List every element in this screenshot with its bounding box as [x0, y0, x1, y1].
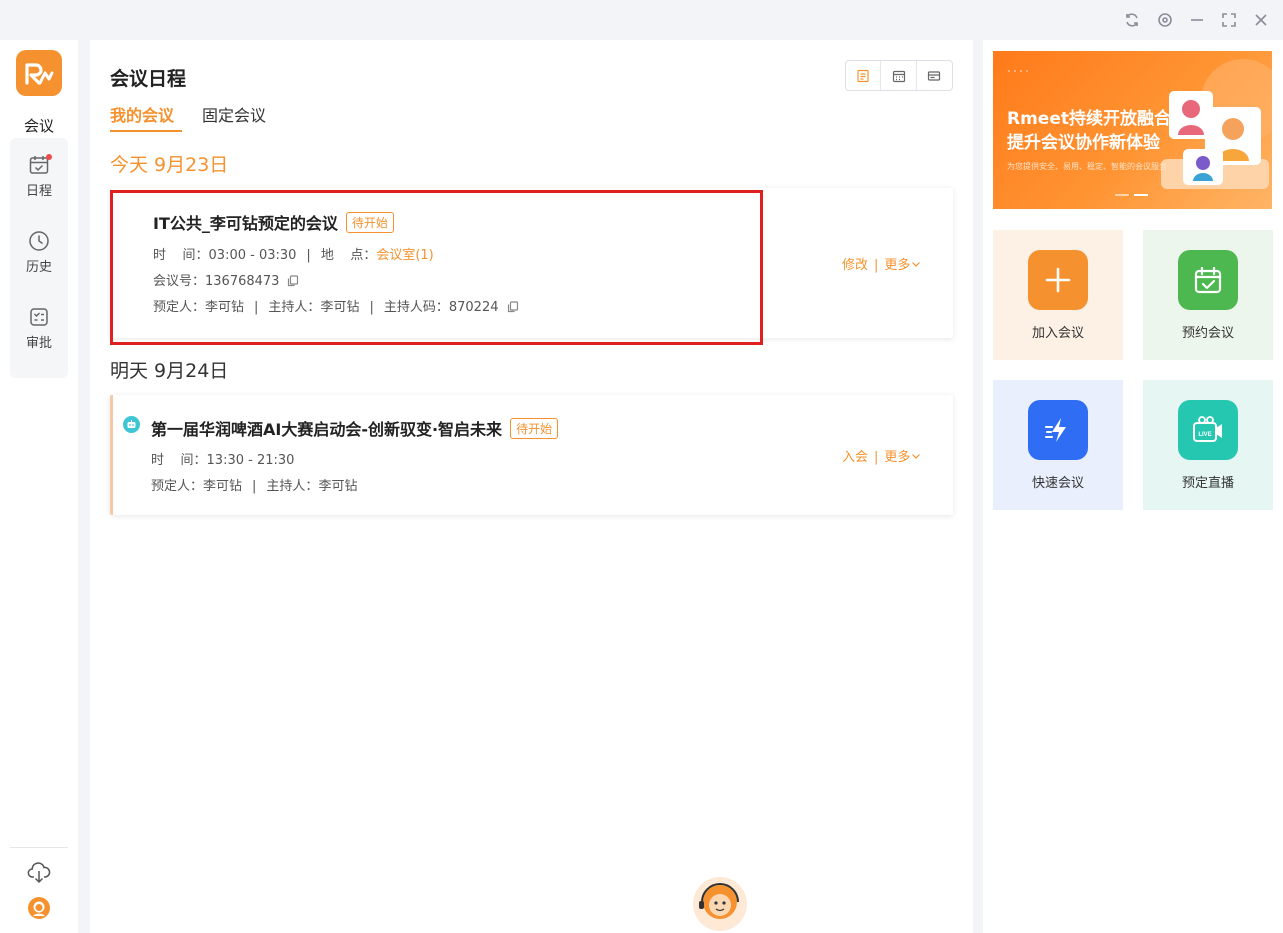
- close-icon[interactable]: [1249, 8, 1273, 32]
- sidebar-item-history[interactable]: 历史: [10, 214, 68, 284]
- booker-value: 李可钻: [203, 479, 243, 494]
- separator: |: [252, 479, 257, 494]
- live-camera-icon: LIVE: [1178, 400, 1238, 460]
- tab-fixed-meetings[interactable]: 固定会议: [202, 102, 266, 126]
- status-badge: 待开始: [510, 418, 559, 439]
- app-logo[interactable]: [16, 50, 62, 96]
- more-label: 更多: [884, 258, 911, 273]
- meeting-card[interactable]: 第一届华润啤酒AI大赛启动会-创新驭变·智启未来 待开始 时 间：13:30 - …: [110, 395, 953, 515]
- meeting-time-row: 时 间：13:30 - 21:30: [151, 449, 294, 468]
- list-view-icon: [857, 69, 869, 82]
- card-actions: 入会 | 更多: [842, 446, 921, 465]
- join-meeting-tile[interactable]: 加入会议: [993, 230, 1123, 360]
- calendar-check-icon: [1178, 250, 1238, 310]
- quick-meeting-tile[interactable]: 快速会议: [993, 380, 1123, 510]
- list-view-button[interactable]: [846, 61, 882, 90]
- tile-label: 预约会议: [1181, 326, 1234, 341]
- main-panel: 会议日程 我的会议 固定会议 今天 9月23日 IT公共_李可钻预定的会议 待开始…: [90, 40, 973, 933]
- meeting-people-row: 预定人：李可钻 | 主持人：李可钻: [151, 475, 357, 494]
- sidebar-item-label: 审批: [25, 336, 52, 351]
- host-label: 主持人：: [266, 479, 319, 494]
- right-panel: Rmeet持续开放融合 提升会议协作新体验 为您提供安全、易用、稳定、智能的会议…: [983, 40, 1283, 933]
- card-view-icon: [928, 70, 941, 81]
- notification-dot: [46, 154, 52, 160]
- highlight-box: [110, 190, 763, 345]
- calendar-view-icon: [892, 70, 905, 82]
- day-header-today: 今天 9月23日: [110, 154, 229, 176]
- sidebar-item-schedule[interactable]: 日程: [10, 138, 68, 208]
- approval-icon: [30, 308, 48, 326]
- card-actions: 修改 | 更多: [842, 254, 921, 273]
- host-value: 李可钻: [318, 479, 358, 494]
- maximize-icon[interactable]: [1217, 8, 1241, 32]
- time-label: 时 间：: [151, 453, 207, 468]
- bot-icon: [123, 416, 140, 433]
- more-button[interactable]: 更多: [884, 450, 921, 465]
- nav-meeting-label[interactable]: 会议: [0, 115, 78, 136]
- carousel-dots: [1115, 194, 1148, 196]
- booker-label: 预定人：: [151, 479, 204, 494]
- separator: |: [874, 450, 879, 465]
- left-nav: 会议 日程 历史 审批: [0, 40, 78, 933]
- svg-text:LIVE: LIVE: [1198, 432, 1211, 438]
- day-header-tomorrow: 明天 9月24日: [110, 360, 229, 382]
- chevron-down-icon: [912, 262, 921, 267]
- refresh-icon[interactable]: [1120, 8, 1144, 32]
- nav-group: 日程 历史 审批: [10, 138, 68, 378]
- banner-title-line1: Rmeet持续开放融合: [1007, 109, 1171, 129]
- cloud-download-icon[interactable]: [27, 862, 51, 888]
- minimize-icon[interactable]: [1185, 8, 1209, 32]
- tile-label: 快速会议: [1031, 476, 1084, 491]
- promo-banner[interactable]: Rmeet持续开放融合 提升会议协作新体验 为您提供安全、易用、稳定、智能的会议…: [993, 51, 1272, 209]
- carousel-dot-active[interactable]: [1134, 194, 1148, 196]
- nav-divider: [10, 847, 68, 848]
- view-toggle: [845, 60, 953, 91]
- lightning-icon: [1028, 400, 1088, 460]
- carousel-dot[interactable]: [1115, 194, 1129, 196]
- banner-title-line2: 提升会议协作新体验: [1007, 133, 1160, 153]
- tab-underline: [110, 130, 182, 132]
- tile-label: 加入会议: [1031, 326, 1084, 341]
- separator: |: [874, 258, 879, 273]
- chevron-down-icon: [912, 454, 921, 459]
- join-button[interactable]: 入会: [842, 450, 868, 465]
- sidebar-item-label: 日程: [25, 184, 52, 199]
- settings-icon[interactable]: [1153, 8, 1177, 32]
- title-bar: [0, 0, 1283, 40]
- meeting-title-text: 第一届华润啤酒AI大赛启动会-创新驭变·智启未来: [151, 420, 503, 439]
- sidebar-item-label: 历史: [25, 260, 52, 275]
- meeting-title: 第一届华润啤酒AI大赛启动会-创新驭变·智启未来 待开始: [151, 416, 559, 440]
- sidebar-item-approval[interactable]: 审批: [10, 290, 68, 360]
- tile-label: 预定直播: [1181, 476, 1234, 491]
- card-view-button[interactable]: [917, 61, 952, 90]
- clock-icon: [29, 231, 49, 251]
- time-value: 13:30 - 21:30: [206, 453, 295, 468]
- banner-title: Rmeet持续开放融合 提升会议协作新体验: [1007, 107, 1171, 155]
- plus-icon: [1028, 250, 1088, 310]
- more-button[interactable]: 更多: [884, 258, 921, 273]
- avatar[interactable]: [27, 896, 51, 924]
- tab-my-meetings[interactable]: 我的会议: [110, 102, 174, 126]
- banner-subtitle: 为您提供安全、易用、稳定、智能的会议服务: [1007, 162, 1167, 171]
- assistant-mascot-icon[interactable]: [690, 872, 750, 932]
- page-title: 会议日程: [110, 68, 187, 90]
- calendar-view-button[interactable]: [881, 61, 917, 90]
- live-stream-tile[interactable]: LIVE 预定直播: [1143, 380, 1273, 510]
- edit-button[interactable]: 修改: [842, 258, 868, 273]
- schedule-meeting-tile[interactable]: 预约会议: [1143, 230, 1273, 360]
- more-label: 更多: [884, 450, 911, 465]
